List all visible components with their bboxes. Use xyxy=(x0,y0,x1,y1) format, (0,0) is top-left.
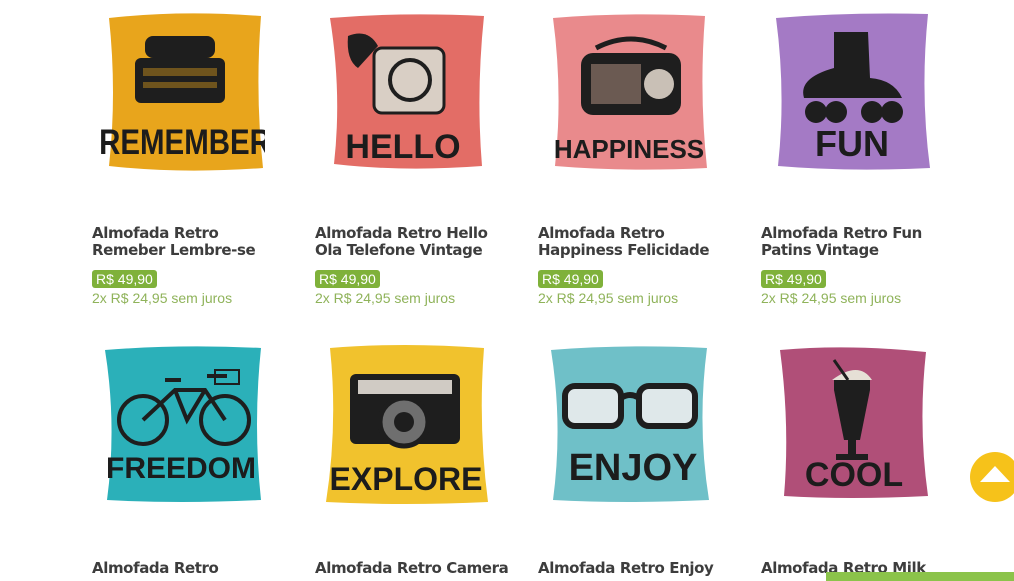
product-title-line[interactable]: Almofada Retro xyxy=(538,225,738,242)
product-title[interactable]: Almofada Retro Fun Patins Vintage xyxy=(761,225,961,259)
product-card[interactable]: FREEDOM Almofada Retro xyxy=(92,340,282,577)
product-card[interactable]: EXPLORE Almofada Retro Camera xyxy=(315,340,509,577)
product-card[interactable]: HAPPINESS Almofada Retro Happiness Felic… xyxy=(538,0,728,306)
pillow-image: COOL xyxy=(780,347,928,498)
product-image[interactable]: EXPLORE xyxy=(318,340,488,510)
price-badge: R$ 49,90 xyxy=(315,270,380,288)
price-badge: R$ 49,90 xyxy=(92,270,157,288)
product-card[interactable]: REMEMBER Almofada Retro Remeber Lembre-s… xyxy=(92,0,282,306)
pillow-word: HAPPINESS xyxy=(554,134,704,164)
pillow-image: HAPPINESS xyxy=(553,14,707,170)
product-image[interactable]: FREEDOM xyxy=(95,340,265,510)
scroll-to-top-button[interactable] xyxy=(970,452,1014,502)
product-title[interactable]: Almofada Retro Hello Ola Telefone Vintag… xyxy=(315,225,515,259)
pillow-word: HELLO xyxy=(345,128,460,166)
pillow-image: FUN xyxy=(776,13,930,170)
product-grid: REMEMBER Almofada Retro Remeber Lembre-s… xyxy=(0,0,1014,581)
product-title-line[interactable]: Almofada Retro Camera xyxy=(315,560,515,577)
product-title-line[interactable]: Remeber Lembre-se xyxy=(92,242,292,259)
price-badge: R$ 49,90 xyxy=(538,270,603,288)
product-title[interactable]: Almofada Retro xyxy=(92,560,292,577)
product-title[interactable]: Almofada Retro Camera xyxy=(315,560,515,577)
installments-text: 2x R$ 24,95 sem juros xyxy=(761,290,902,306)
product-image[interactable]: HAPPINESS xyxy=(541,8,711,178)
pillow-word: REMEMBER xyxy=(99,121,265,161)
product-title[interactable]: Almofada Retro Enjoy xyxy=(538,560,738,577)
camera-icon xyxy=(350,374,460,449)
product-title-line[interactable]: Almofada Retro xyxy=(92,225,292,242)
installments-text: 2x R$ 24,95 sem juros xyxy=(538,290,679,306)
product-image[interactable]: COOL xyxy=(764,340,934,510)
product-title-line[interactable]: Almofada Retro Enjoy xyxy=(538,560,738,577)
product-card[interactable]: COOL Almofada Retro Milk xyxy=(761,340,951,577)
product-card[interactable]: ENJOY Almofada Retro Enjoy xyxy=(538,340,728,577)
installments-text: 2x R$ 24,95 sem juros xyxy=(92,290,233,306)
arrow-up-icon xyxy=(980,466,1010,482)
typewriter-icon xyxy=(135,36,225,103)
product-card[interactable]: HELLO Almofada Retro Hello Ola Telefone … xyxy=(315,0,505,306)
product-title-line[interactable]: Almofada Retro Hello xyxy=(315,225,515,242)
pillow-image: FREEDOM xyxy=(105,346,261,502)
product-image[interactable]: REMEMBER xyxy=(95,8,265,178)
product-title-line[interactable]: Almofada Retro xyxy=(92,560,292,577)
product-image[interactable]: HELLO xyxy=(318,8,488,178)
pillow-image: ENJOY xyxy=(551,346,709,502)
pillow-word: COOL xyxy=(805,456,903,494)
installments-text: 2x R$ 24,95 sem juros xyxy=(315,290,456,306)
pillow-image: REMEMBER xyxy=(99,13,265,171)
pillow-image: EXPLORE xyxy=(326,345,488,504)
product-title-line[interactable]: Almofada Retro Fun xyxy=(761,225,961,242)
pillow-word: FREEDOM xyxy=(106,452,256,485)
product-title[interactable]: Almofada Retro Remeber Lembre-se xyxy=(92,225,292,259)
product-title-line[interactable]: Patins Vintage xyxy=(761,242,961,259)
bottom-bar[interactable] xyxy=(826,572,1014,581)
product-title-line[interactable]: Happiness Felicidade xyxy=(538,242,738,259)
product-title[interactable]: Almofada Retro Happiness Felicidade xyxy=(538,225,738,259)
price-badge: R$ 49,90 xyxy=(761,270,826,288)
pillow-image: HELLO xyxy=(330,14,484,169)
product-card[interactable]: FUN Almofada Retro Fun Patins Vintage R$… xyxy=(761,0,951,306)
product-image[interactable]: ENJOY xyxy=(541,340,711,510)
pillow-word: ENJOY xyxy=(569,447,698,489)
product-title-line[interactable]: Ola Telefone Vintage xyxy=(315,242,515,259)
pillow-word: EXPLORE xyxy=(330,461,483,497)
product-image[interactable]: FUN xyxy=(764,8,934,178)
pillow-word: FUN xyxy=(815,123,889,164)
